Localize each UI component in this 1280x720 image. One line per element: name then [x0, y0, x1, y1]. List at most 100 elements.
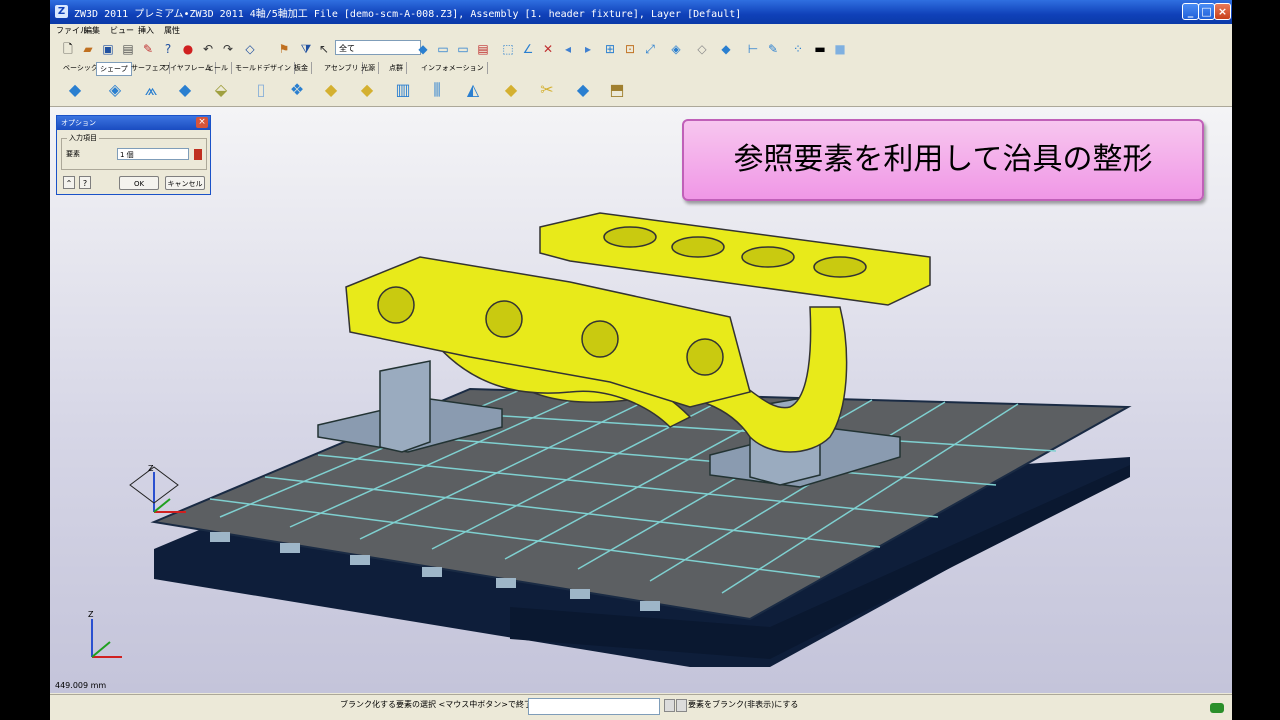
- menu-edit[interactable]: 編集: [84, 24, 100, 37]
- cancel-button[interactable]: キャンセル: [165, 176, 205, 190]
- caption-banner: 参照要素を利用して治具の整形: [682, 119, 1204, 201]
- menu-insert[interactable]: 挿入: [138, 24, 154, 37]
- entity-clear-icon[interactable]: [194, 149, 202, 160]
- save-icon[interactable]: ▣: [100, 41, 116, 57]
- tab-sheet-metal[interactable]: 板金: [291, 62, 312, 74]
- menu-bar: ファイル 編集 ビュー 挿入 属性: [50, 24, 1232, 37]
- standard-toolbar: 🗋 ▰ ▣ ▤ ✎ ? ● ↶ ↷ ◇ ⚑ ⧩ ↖ 全て ◆ ▭ ▭ ▤ ⬚ ∠…: [50, 37, 1232, 61]
- tab-information[interactable]: インフォメーション: [418, 62, 488, 74]
- port-1: [377, 286, 415, 324]
- arrow-left-icon[interactable]: ◂: [560, 41, 576, 57]
- view-shade-icon[interactable]: ◆: [415, 41, 431, 57]
- application-window: Z ZW3D 2011 プレミアム•ZW3D 2011 4軸/5軸加工 File…: [50, 0, 1232, 720]
- open-file-icon[interactable]: ▰: [80, 41, 96, 57]
- menu-attributes[interactable]: 属性: [164, 24, 180, 37]
- pattern-icon[interactable]: ⫼: [426, 80, 448, 100]
- tab-shape[interactable]: シェープ: [96, 62, 132, 76]
- dimension-icon[interactable]: ⊢: [745, 41, 761, 57]
- command-prompt: ブランク化する要素の選択 <マウス中ボタン>で終了: [340, 700, 532, 709]
- loft-icon[interactable]: ◆: [174, 80, 196, 100]
- entity-count-field[interactable]: 1 個: [117, 148, 189, 160]
- tab-heal[interactable]: ヒール: [204, 62, 232, 74]
- attribute-icon[interactable]: ⚑: [276, 41, 292, 57]
- sweep-icon[interactable]: ⩕: [140, 80, 162, 100]
- shell-icon[interactable]: ◆: [500, 80, 522, 100]
- print-icon[interactable]: ▤: [120, 41, 136, 57]
- iso-view-icon[interactable]: ◈: [668, 41, 684, 57]
- cursor-icon[interactable]: ↖: [316, 41, 332, 57]
- collapse-icon[interactable]: ⌃: [63, 176, 75, 189]
- 3d-viewport[interactable]: Z Z オプション × 入力項目 要素 1 個 ⌃ ? OK キャンセル 参照要…: [50, 107, 1232, 693]
- split-icon[interactable]: ▥: [392, 80, 414, 100]
- tab-assembly[interactable]: アセンブリ: [321, 62, 363, 74]
- port-2: [485, 300, 523, 338]
- title-bar: Z ZW3D 2011 プレミアム•ZW3D 2011 4軸/5軸加工 File…: [50, 0, 1232, 24]
- status-toggle-icon-2[interactable]: [676, 699, 687, 712]
- view-window-icon[interactable]: ▭: [435, 41, 451, 57]
- zoom-all-icon[interactable]: ⊞: [602, 41, 618, 57]
- mirror-icon[interactable]: ◭: [462, 80, 484, 100]
- minimize-button[interactable]: _: [1182, 3, 1199, 20]
- fillet-icon[interactable]: ⬙: [210, 80, 232, 100]
- fixture-upright-left: [379, 360, 431, 453]
- chamfer-icon[interactable]: ◆: [320, 80, 342, 100]
- offset-icon[interactable]: ◆: [572, 80, 594, 100]
- coordinate-readout: 449.009 mm: [55, 681, 107, 690]
- options-title: オプション: [61, 119, 96, 127]
- hole-icon[interactable]: ⬒: [606, 80, 628, 100]
- color-black-icon[interactable]: ▬: [812, 41, 828, 57]
- collector-4: [813, 256, 867, 278]
- input-items-label: 入力項目: [67, 133, 99, 143]
- ok-button[interactable]: OK: [119, 176, 159, 190]
- redo-icon[interactable]: ↷: [220, 41, 236, 57]
- status-indicator-icon: [1210, 703, 1224, 713]
- window-title: ZW3D 2011 プレミアム•ZW3D 2011 4軸/5軸加工 File […: [74, 9, 742, 20]
- pick-filter-icon[interactable]: ◇: [242, 41, 258, 57]
- menu-view[interactable]: ビュー: [110, 24, 134, 37]
- undo-icon[interactable]: ↶: [200, 41, 216, 57]
- cross-icon[interactable]: ✕: [540, 41, 556, 57]
- extrude-icon[interactable]: ◆: [64, 80, 86, 100]
- help-button-icon[interactable]: ?: [79, 176, 91, 189]
- zoom-fit-icon[interactable]: ⤢: [642, 41, 658, 57]
- axis-label-z: Z: [88, 610, 94, 619]
- edit-icon[interactable]: ✎: [765, 41, 781, 57]
- options-panel: オプション × 入力項目 要素 1 個 ⌃ ? OK キャンセル: [56, 115, 211, 195]
- pen-icon[interactable]: ✎: [140, 41, 156, 57]
- filter-select[interactable]: 全て: [335, 40, 421, 55]
- trim-icon[interactable]: ✂: [536, 80, 558, 100]
- wire-view-icon[interactable]: ◇: [694, 41, 710, 57]
- stop-icon[interactable]: ●: [180, 41, 196, 57]
- app-icon: Z: [55, 5, 68, 18]
- measure-icon[interactable]: ⬚: [500, 41, 516, 57]
- tab-point-cloud[interactable]: 点群: [386, 62, 407, 74]
- maximize-button[interactable]: □: [1198, 3, 1215, 20]
- port-4: [686, 338, 724, 376]
- close-button[interactable]: ×: [1214, 3, 1231, 20]
- tab-mold-design[interactable]: モールドデザイン: [232, 62, 295, 74]
- tab-light[interactable]: 光源: [358, 62, 379, 74]
- status-toggle-icon[interactable]: [664, 699, 675, 712]
- filter-icon[interactable]: ⧩: [298, 41, 314, 57]
- collector-2: [671, 236, 725, 258]
- zoom-window-icon[interactable]: ⊡: [622, 41, 638, 57]
- shape-toolbar: ◆ ◈ ⩕ ◆ ⬙ ▯ ❖ ◆ ◆ ▥ ⫼ ◭ ◆ ✂ ◆ ⬒: [50, 76, 1232, 107]
- arrow-right-icon[interactable]: ▸: [580, 41, 596, 57]
- view-window3-icon[interactable]: ▤: [475, 41, 491, 57]
- entity-field-label: 要素: [66, 150, 80, 158]
- shade-mode-icon[interactable]: ◆: [718, 41, 734, 57]
- revolve-icon[interactable]: ◈: [104, 80, 126, 100]
- point-icon[interactable]: ⁘: [790, 41, 806, 57]
- color-swatch-icon[interactable]: ■: [832, 41, 848, 57]
- view-window2-icon[interactable]: ▭: [455, 41, 471, 57]
- angle-icon[interactable]: ∠: [520, 41, 536, 57]
- cylinder-icon[interactable]: ▯: [250, 80, 272, 100]
- new-file-icon[interactable]: 🗋: [60, 41, 76, 57]
- options-close-icon[interactable]: ×: [196, 117, 208, 128]
- help-icon[interactable]: ?: [160, 41, 176, 57]
- input-items-group: 入力項目 要素 1 個: [61, 133, 207, 170]
- draft-icon[interactable]: ◆: [356, 80, 378, 100]
- boolean-icon[interactable]: ❖: [286, 80, 308, 100]
- axis-label-z-small: Z: [148, 464, 154, 473]
- command-input[interactable]: [528, 698, 660, 715]
